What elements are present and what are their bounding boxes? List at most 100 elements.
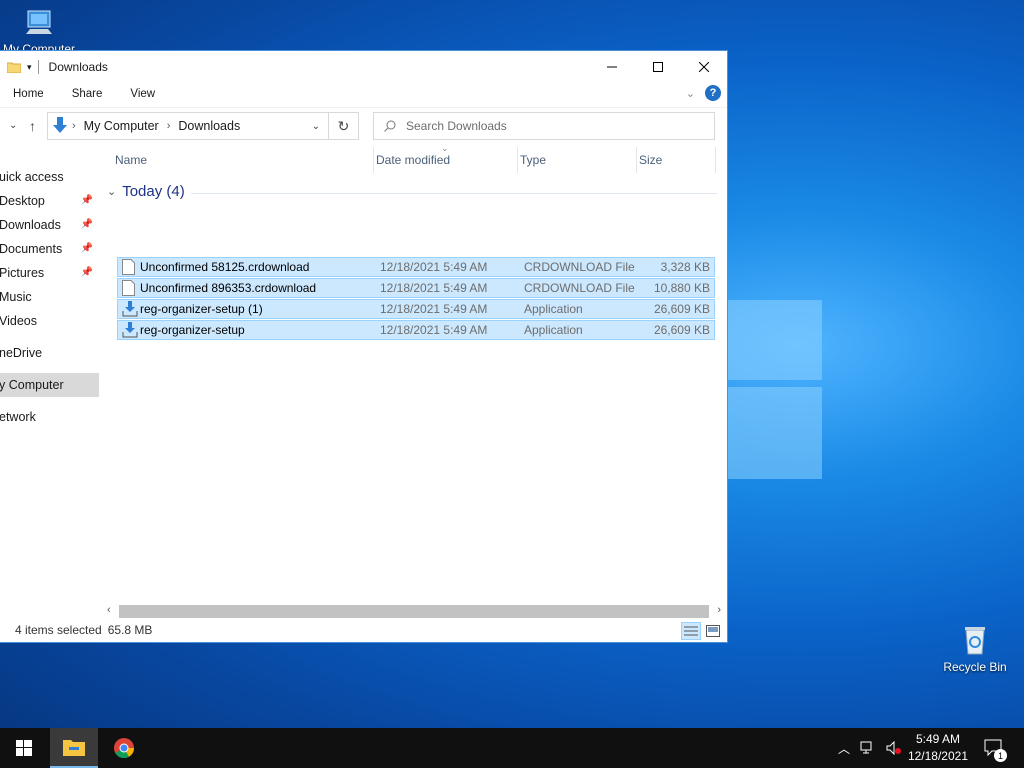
help-icon[interactable]: ?: [705, 85, 721, 101]
document-file-icon: [122, 259, 135, 275]
sidebar-item-pictures[interactable]: Pictures 📌: [0, 261, 99, 285]
taskbar-chrome[interactable]: [100, 728, 148, 768]
sidebar-item-label: Downloads: [0, 218, 61, 232]
selection-size: 65.8 MB: [107, 623, 153, 637]
chrome-icon: [114, 738, 135, 759]
scroll-right-icon[interactable]: ›: [717, 604, 721, 616]
breadcrumb-my-computer[interactable]: My Computer: [84, 119, 159, 133]
file-type: Application: [524, 323, 583, 337]
column-header-size[interactable]: Size: [639, 153, 662, 167]
sidebar-item-quick-access[interactable]: uick access: [0, 165, 99, 189]
window-controls: [589, 51, 727, 83]
address-dropdown-icon[interactable]: ⌄: [312, 121, 320, 132]
column-header-name[interactable]: Name: [115, 153, 147, 167]
network-icon[interactable]: [860, 741, 876, 755]
file-explorer-icon: [63, 740, 85, 756]
taskbar-file-explorer[interactable]: [50, 728, 98, 768]
column-headers: Name Date modified ⌄ Type Size: [103, 143, 717, 177]
volume-muted-icon[interactable]: [886, 741, 902, 755]
sidebar-item-label: Music: [0, 290, 32, 304]
breadcrumb-downloads[interactable]: Downloads: [178, 119, 240, 133]
expand-ribbon-icon[interactable]: ⌄: [686, 87, 695, 100]
minimize-button[interactable]: [589, 51, 635, 83]
scroll-left-icon[interactable]: ‹: [107, 604, 111, 616]
details-view-button[interactable]: [681, 622, 701, 640]
sidebar-item-label: y Computer: [0, 378, 64, 392]
customize-toolbar-icon[interactable]: ▾: [27, 62, 32, 73]
recent-locations-icon[interactable]: ⌄: [9, 120, 17, 131]
sort-indicator-icon: ⌄: [441, 143, 449, 153]
navigation-bar: ⌄ ↑ › My Computer › Downloads ⌄ ↻ Search…: [0, 107, 727, 143]
close-button[interactable]: [681, 51, 727, 83]
action-center-button[interactable]: 1: [972, 728, 1016, 768]
sidebar-item-my-computer[interactable]: y Computer: [0, 373, 99, 397]
column-header-type[interactable]: Type: [520, 153, 546, 167]
group-label: Today (4): [122, 183, 185, 200]
desktop-icon-label: Recycle Bin: [943, 660, 1007, 674]
selection-count: 4 items selected: [15, 623, 102, 637]
sidebar-item-videos[interactable]: Videos: [0, 309, 99, 333]
sidebar-item-onedrive[interactable]: neDrive: [0, 341, 99, 365]
file-row[interactable]: Unconfirmed 58125.crdownload 12/18/2021 …: [117, 257, 715, 277]
column-header-date-modified[interactable]: Date modified: [376, 153, 450, 167]
maximize-icon: [653, 62, 663, 72]
tab-home[interactable]: Home: [0, 88, 58, 100]
title-bar: ▾ Downloads: [0, 51, 727, 83]
clock-time: 5:49 AM: [915, 732, 960, 746]
system-tray: ︿: [838, 728, 902, 768]
sidebar-item-documents[interactable]: Documents 📌: [0, 237, 99, 261]
file-type: CRDOWNLOAD File: [524, 281, 635, 295]
pin-icon: 📌: [80, 267, 93, 278]
refresh-icon: ↻: [337, 117, 350, 134]
column-divider: [636, 147, 637, 173]
sidebar-item-music[interactable]: Music: [0, 285, 99, 309]
minimize-icon: [607, 66, 617, 68]
refresh-button[interactable]: ↻: [329, 112, 359, 140]
up-arrow-icon[interactable]: ↑: [29, 118, 36, 134]
file-list: Name Date modified ⌄ Type Size ⌄ Today (…: [103, 143, 717, 610]
file-size: 10,880 KB: [653, 281, 710, 295]
wallpaper-light-beam: [728, 300, 822, 380]
file-type: Application: [524, 302, 583, 316]
sidebar-item-label: Pictures: [0, 266, 45, 280]
sidebar-item-network[interactable]: etwork: [0, 405, 99, 429]
tab-share[interactable]: Share: [58, 88, 117, 100]
search-placeholder: Search Downloads: [406, 119, 507, 133]
file-row[interactable]: reg-organizer-setup (1) 12/18/2021 5:49 …: [117, 299, 715, 319]
file-row[interactable]: Unconfirmed 896353.crdownload 12/18/2021…: [117, 278, 715, 298]
installer-icon: [122, 322, 138, 338]
sidebar-item-downloads[interactable]: Downloads 📌: [0, 213, 99, 237]
column-divider: [517, 147, 518, 173]
file-row[interactable]: reg-organizer-setup 12/18/2021 5:49 AM A…: [117, 320, 715, 340]
window-title: Downloads: [48, 60, 108, 74]
tab-view[interactable]: View: [116, 88, 169, 100]
sidebar-item-label: neDrive: [0, 346, 43, 360]
file-date: 12/18/2021 5:49 AM: [380, 302, 488, 316]
desktop-icon-recycle-bin[interactable]: Recycle Bin: [940, 624, 1010, 674]
desktop-icon-my-computer[interactable]: My Computer: [0, 8, 78, 56]
ribbon-tabs: Home Share View ⌄ ?: [0, 83, 727, 105]
wallpaper-light-beam: [728, 387, 822, 479]
group-header-today[interactable]: ⌄ Today (4): [107, 183, 185, 200]
pin-icon: 📌: [80, 195, 93, 206]
file-explorer-window: ▾ Downloads Home Share View ⌄ ? ⌄ ↑ › My…: [0, 50, 728, 643]
maximize-button[interactable]: [635, 51, 681, 83]
file-size: 3,328 KB: [660, 260, 710, 274]
show-hidden-icons-icon[interactable]: ︿: [838, 740, 850, 757]
navigation-pane: uick access Desktop 📌 Downloads 📌 Document…: [0, 165, 99, 610]
file-name: reg-organizer-setup (1): [140, 302, 263, 316]
start-button[interactable]: [0, 728, 48, 768]
sidebar-item-label: Desktop: [0, 194, 45, 208]
large-icons-view-button[interactable]: [703, 622, 723, 640]
address-bar[interactable]: › My Computer › Downloads ⌄: [47, 112, 329, 140]
file-date: 12/18/2021 5:49 AM: [380, 260, 488, 274]
sidebar-item-desktop[interactable]: Desktop 📌: [0, 189, 99, 213]
file-name: Unconfirmed 58125.crdownload: [140, 260, 310, 274]
large-icons-view-icon: [706, 625, 720, 637]
sidebar-item-label: etwork: [0, 410, 36, 424]
scrollbar-thumb[interactable]: [119, 605, 709, 618]
clock-date: 12/18/2021: [907, 749, 968, 763]
search-input[interactable]: Search Downloads: [373, 112, 715, 140]
quick-access-toolbar: ▾: [0, 60, 39, 74]
taskbar-clock[interactable]: 5:49 AM 12/18/2021: [908, 731, 968, 765]
